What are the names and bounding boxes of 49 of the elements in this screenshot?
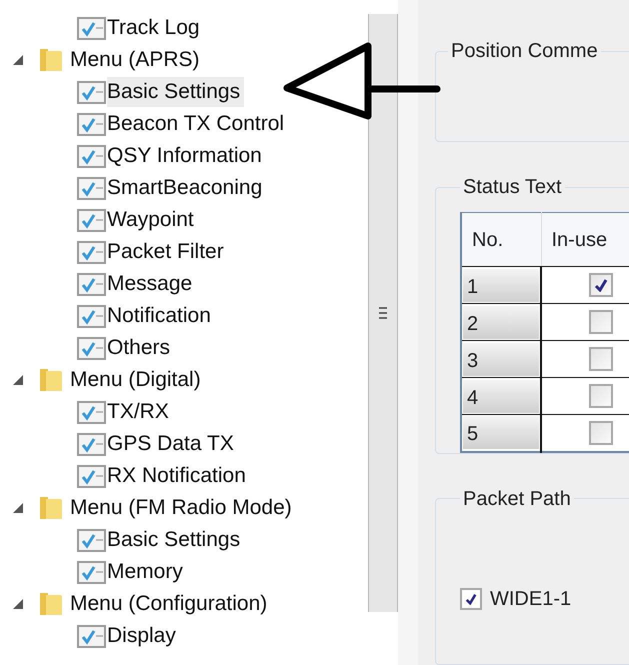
- column-header: No.: [461, 212, 541, 267]
- group-title: Status Text: [462, 175, 563, 200]
- tree-item[interactable]: Packet Filter: [107, 237, 228, 267]
- row-header[interactable]: 2: [463, 306, 539, 339]
- folder-icon: [38, 366, 64, 394]
- tree-item[interactable]: RX Notification: [107, 461, 250, 491]
- row-header[interactable]: 5: [463, 416, 539, 450]
- row-header[interactable]: 3: [463, 342, 539, 376]
- tree-folder-label[interactable]: Menu (APRS): [70, 45, 200, 75]
- tree-item[interactable]: Notification: [107, 301, 215, 331]
- row-header[interactable]: 1: [463, 268, 539, 302]
- tree-item[interactable]: Waypoint: [107, 205, 198, 235]
- check-icon: [465, 592, 477, 605]
- checkbox[interactable]: [589, 420, 613, 445]
- checkbox[interactable]: [589, 310, 613, 334]
- tree-item[interactable]: Beacon TX Control: [107, 109, 288, 139]
- splitter[interactable]: [368, 14, 398, 612]
- expand-triangle-icon[interactable]: [12, 502, 24, 514]
- checkbox[interactable]: [589, 273, 613, 298]
- tree-item[interactable]: Message: [107, 269, 196, 299]
- tree-item[interactable]: Basic Settings: [107, 77, 244, 107]
- tree-item[interactable]: Others: [107, 333, 174, 363]
- column-header: In-use: [541, 212, 629, 267]
- tree-folder-label[interactable]: Menu (Configuration): [70, 589, 268, 619]
- tree-item[interactable]: QSY Information: [107, 141, 266, 171]
- tree-item[interactable]: Display: [107, 621, 180, 651]
- tree-folder-label[interactable]: Menu (FM Radio Mode): [70, 493, 292, 523]
- tree-item[interactable]: Track Log: [107, 13, 204, 43]
- folder-icon: [38, 46, 64, 74]
- checkbox-label: WIDE1-1: [490, 586, 572, 612]
- check-icon: [594, 278, 608, 292]
- tree-item[interactable]: SmartBeaconing: [107, 173, 266, 203]
- expand-triangle-icon[interactable]: [12, 374, 24, 386]
- checkbox[interactable]: [589, 384, 613, 408]
- tree-item[interactable]: GPS Data TX: [107, 429, 238, 459]
- tree-item[interactable]: Basic Settings: [107, 525, 244, 555]
- tree-item[interactable]: Memory: [107, 557, 187, 587]
- expand-triangle-icon[interactable]: [12, 598, 24, 610]
- checkbox[interactable]: [589, 347, 613, 372]
- group-title: Packet Path: [462, 486, 572, 512]
- row-header[interactable]: 4: [463, 380, 539, 413]
- checkbox[interactable]: [460, 588, 482, 610]
- grip-icon: [378, 306, 388, 320]
- tree-item[interactable]: TX/RX: [107, 397, 173, 427]
- folder-icon: [38, 494, 64, 522]
- folder-icon: [38, 590, 64, 618]
- tree-folder-label[interactable]: Menu (Digital): [70, 365, 201, 395]
- expand-triangle-icon[interactable]: [12, 54, 24, 66]
- group-title: Position Comme: [450, 39, 599, 64]
